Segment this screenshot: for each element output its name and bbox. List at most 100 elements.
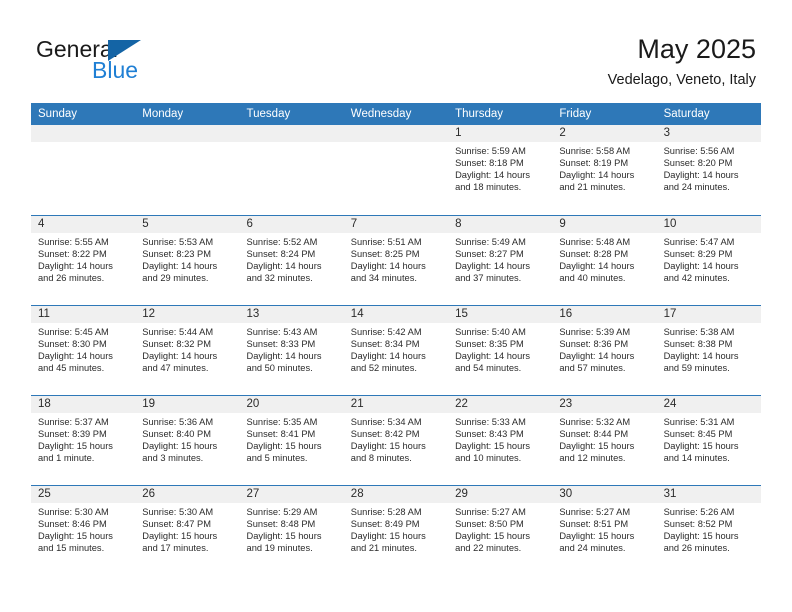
daylight-text: Daylight: 15 hours and 5 minutes. [246, 441, 322, 464]
sunrise-text: Sunrise: 5:55 AM [38, 237, 109, 247]
day-details: Sunrise: 5:47 AM Sunset: 8:29 PM Daylight:… [657, 233, 761, 284]
calendar-day-cell[interactable]: 31 Sunrise: 5:26 AM Sunset: 8:52 PM Dayligh… [656, 486, 761, 575]
calendar-day-cell[interactable]: 12 Sunrise: 5:44 AM Sunset: 8:32 PM Dayligh… [135, 306, 240, 395]
day-details: Sunrise: 5:35 AM Sunset: 8:41 PM Daylight:… [240, 413, 344, 464]
calendar-day-cell[interactable]: 22 Sunrise: 5:33 AM Sunset: 8:43 PM Dayligh… [448, 396, 553, 485]
calendar-week-row: 18 Sunrise: 5:37 AM Sunset: 8:39 PM Dayligh… [31, 395, 761, 485]
day-details: Sunrise: 5:52 AM Sunset: 8:24 PM Daylight:… [240, 233, 344, 284]
day-number: 19 [135, 396, 240, 413]
day-details: Sunrise: 5:39 AM Sunset: 8:36 PM Daylight:… [552, 323, 656, 374]
sunrise-text: Sunrise: 5:26 AM [663, 507, 735, 517]
day-details: Sunrise: 5:49 AM Sunset: 8:27 PM Daylight:… [448, 233, 552, 284]
calendar-day-cell[interactable]: 14 Sunrise: 5:42 AM Sunset: 8:34 PM Dayligh… [343, 306, 449, 395]
calendar-day-cell[interactable]: 30 Sunrise: 5:27 AM Sunset: 8:51 PM Dayligh… [552, 486, 657, 575]
sunrise-text: Sunrise: 5:38 AM [663, 327, 735, 337]
calendar-day-cell[interactable]: 10 Sunrise: 5:47 AM Sunset: 8:29 PM Dayligh… [656, 216, 761, 305]
sunrise-text: Sunrise: 5:37 AM [38, 417, 109, 427]
day-details: Sunrise: 5:30 AM Sunset: 8:47 PM Daylight:… [135, 503, 239, 554]
day-number: 27 [239, 486, 344, 503]
brand-logo[interactable]: General Blue [36, 36, 226, 88]
day-number: 6 [239, 216, 344, 233]
sunset-text: Sunset: 8:38 PM [663, 339, 733, 350]
day-number [135, 125, 240, 142]
day-number: 3 [656, 125, 761, 142]
weekday-header-tuesday: Tuesday [246, 108, 291, 120]
calendar-day-cell[interactable]: 8 Sunrise: 5:49 AM Sunset: 8:27 PM Daylight… [448, 216, 553, 305]
calendar-day-cell[interactable]: 11 Sunrise: 5:45 AM Sunset: 8:30 PM Dayligh… [31, 306, 136, 395]
calendar-day-cell[interactable]: 26 Sunrise: 5:30 AM Sunset: 8:47 PM Dayligh… [135, 486, 240, 575]
daylight-text: Daylight: 14 hours and 32 minutes. [246, 261, 322, 284]
day-number: 7 [343, 216, 449, 233]
page-subtitle: Vedelago, Veneto, Italy [607, 72, 756, 88]
calendar-day-cell[interactable]: 18 Sunrise: 5:37 AM Sunset: 8:39 PM Dayligh… [31, 396, 136, 485]
day-details: Sunrise: 5:45 AM Sunset: 8:30 PM Daylight:… [31, 323, 135, 374]
day-number: 13 [239, 306, 344, 323]
day-details: Sunrise: 5:42 AM Sunset: 8:34 PM Daylight:… [344, 323, 448, 374]
day-number: 23 [552, 396, 657, 413]
day-details: Sunrise: 5:37 AM Sunset: 8:39 PM Daylight:… [31, 413, 135, 464]
day-details: Sunrise: 5:38 AM Sunset: 8:38 PM Daylight:… [657, 323, 761, 374]
calendar-day-cell[interactable]: 2 Sunrise: 5:58 AM Sunset: 8:19 PM Daylight… [552, 125, 657, 214]
calendar-day-cell[interactable]: 20 Sunrise: 5:35 AM Sunset: 8:41 PM Dayligh… [239, 396, 344, 485]
calendar-day-cell[interactable]: 21 Sunrise: 5:34 AM Sunset: 8:42 PM Dayligh… [343, 396, 449, 485]
calendar-day-cell[interactable]: 24 Sunrise: 5:31 AM Sunset: 8:45 PM Dayligh… [656, 396, 761, 485]
calendar-day-cell-empty [31, 125, 136, 214]
sunset-text: Sunset: 8:46 PM [38, 519, 107, 530]
day-details: Sunrise: 5:30 AM Sunset: 8:46 PM Daylight:… [31, 503, 135, 554]
day-number: 15 [448, 306, 553, 323]
calendar-day-cell[interactable]: 6 Sunrise: 5:52 AM Sunset: 8:24 PM Daylight… [239, 216, 344, 305]
day-number: 18 [31, 396, 136, 413]
sunrise-text: Sunrise: 5:53 AM [142, 237, 214, 247]
calendar-day-cell[interactable]: 3 Sunrise: 5:56 AM Sunset: 8:20 PM Daylight… [656, 125, 761, 214]
sunrise-text: Sunrise: 5:44 AM [142, 327, 214, 337]
day-number: 26 [135, 486, 240, 503]
day-details: Sunrise: 5:28 AM Sunset: 8:49 PM Daylight:… [344, 503, 448, 554]
calendar-day-cell[interactable]: 5 Sunrise: 5:53 AM Sunset: 8:23 PM Daylight… [135, 216, 240, 305]
sunset-text: Sunset: 8:48 PM [246, 519, 316, 530]
calendar-day-cell[interactable]: 23 Sunrise: 5:32 AM Sunset: 8:44 PM Dayligh… [552, 396, 657, 485]
calendar-weeks: 1 Sunrise: 5:59 AM Sunset: 8:18 PM Daylight… [31, 125, 761, 575]
sunset-text: Sunset: 8:34 PM [350, 339, 420, 350]
day-number: 25 [31, 486, 136, 503]
calendar-day-cell[interactable]: 28 Sunrise: 5:28 AM Sunset: 8:49 PM Dayligh… [343, 486, 449, 575]
calendar-day-cell[interactable]: 29 Sunrise: 5:27 AM Sunset: 8:50 PM Dayligh… [448, 486, 553, 575]
calendar-day-cell[interactable]: 15 Sunrise: 5:40 AM Sunset: 8:35 PM Dayligh… [448, 306, 553, 395]
day-details: Sunrise: 5:43 AM Sunset: 8:33 PM Daylight:… [240, 323, 344, 374]
weekday-header-saturday: Saturday [663, 108, 710, 120]
calendar-day-cell[interactable]: 27 Sunrise: 5:29 AM Sunset: 8:48 PM Dayligh… [239, 486, 344, 575]
day-details: Sunrise: 5:56 AM Sunset: 8:20 PM Daylight:… [657, 142, 761, 193]
calendar-day-cell[interactable]: 25 Sunrise: 5:30 AM Sunset: 8:46 PM Dayligh… [31, 486, 136, 575]
day-details: Sunrise: 5:51 AM Sunset: 8:25 PM Daylight:… [344, 233, 448, 284]
sunrise-text: Sunrise: 5:30 AM [142, 507, 214, 517]
weekday-header-wednesday: Wednesday [350, 108, 412, 120]
daylight-text: Daylight: 14 hours and 42 minutes. [663, 261, 739, 284]
calendar-day-cell[interactable]: 4 Sunrise: 5:55 AM Sunset: 8:22 PM Daylight… [31, 216, 136, 305]
calendar-day-cell[interactable]: 9 Sunrise: 5:48 AM Sunset: 8:28 PM Daylight… [552, 216, 657, 305]
calendar-day-cell[interactable]: 13 Sunrise: 5:43 AM Sunset: 8:33 PM Dayligh… [239, 306, 344, 395]
sunrise-text: Sunrise: 5:40 AM [455, 327, 526, 337]
day-number [31, 125, 136, 142]
daylight-text: Daylight: 14 hours and 57 minutes. [559, 351, 635, 374]
calendar-day-cell[interactable]: 1 Sunrise: 5:59 AM Sunset: 8:18 PM Daylight… [448, 125, 553, 214]
day-number: 20 [239, 396, 344, 413]
daylight-text: Daylight: 15 hours and 1 minute. [38, 441, 113, 464]
daylight-text: Daylight: 15 hours and 21 minutes. [350, 531, 426, 554]
sunrise-text: Sunrise: 5:27 AM [455, 507, 526, 517]
day-number: 24 [656, 396, 761, 413]
sunset-text: Sunset: 8:45 PM [663, 429, 733, 440]
day-number: 11 [31, 306, 136, 323]
sunset-text: Sunset: 8:52 PM [663, 519, 733, 530]
day-details: Sunrise: 5:26 AM Sunset: 8:52 PM Daylight:… [657, 503, 761, 554]
calendar-day-cell[interactable]: 17 Sunrise: 5:38 AM Sunset: 8:38 PM Dayligh… [656, 306, 761, 395]
sunset-text: Sunset: 8:29 PM [663, 249, 733, 260]
daylight-text: Daylight: 15 hours and 19 minutes. [246, 531, 322, 554]
daylight-text: Daylight: 14 hours and 37 minutes. [455, 261, 530, 284]
calendar-day-cell[interactable]: 16 Sunrise: 5:39 AM Sunset: 8:36 PM Dayligh… [552, 306, 657, 395]
day-number: 9 [552, 216, 657, 233]
daylight-text: Daylight: 15 hours and 12 minutes. [559, 441, 635, 464]
sunrise-text: Sunrise: 5:30 AM [38, 507, 109, 517]
day-number: 14 [343, 306, 449, 323]
calendar-day-cell[interactable]: 19 Sunrise: 5:36 AM Sunset: 8:40 PM Dayligh… [135, 396, 240, 485]
calendar-day-cell[interactable]: 7 Sunrise: 5:51 AM Sunset: 8:25 PM Daylight… [343, 216, 449, 305]
day-details: Sunrise: 5:48 AM Sunset: 8:28 PM Daylight:… [552, 233, 656, 284]
